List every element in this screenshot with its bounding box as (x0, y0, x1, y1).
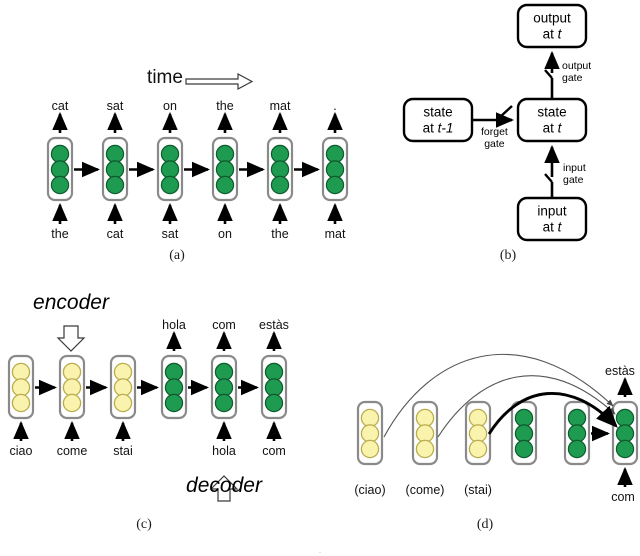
box-state-prev-line2-prefix: at (422, 120, 438, 135)
gate-label-forget: forget gate (481, 126, 508, 151)
box-output-line2-var: t (557, 26, 562, 41)
box-input-line2-var: t (557, 219, 562, 234)
panel-c-output-arrows (166, 330, 282, 351)
figure-vector-layer (7, 3, 639, 502)
gate-output-line1: output (562, 60, 592, 72)
cell (356, 400, 384, 466)
cell (211, 136, 239, 202)
encoder-label: encoder (33, 291, 109, 314)
panel-d-label-2: (stai) (464, 483, 492, 497)
box-state-line1: state (537, 104, 567, 120)
panel-c-input-2: stai (113, 444, 133, 458)
panel-a-output-3: the (216, 99, 234, 113)
decoder-label: decoder (186, 474, 262, 497)
cell (266, 136, 294, 202)
cell (411, 400, 439, 466)
gate-label-input: input gate (563, 162, 586, 187)
panel-d-output-label: estàs (605, 364, 635, 378)
gate-label-output: output gate (562, 60, 592, 85)
box-state-line2-prefix: at (542, 120, 558, 135)
cell (260, 354, 288, 420)
box-label-state-at-t: state at t (537, 104, 566, 135)
box-state-prev-line2-var: t-1 (437, 120, 454, 135)
panel-c-input-arrows (13, 420, 282, 441)
cell (46, 136, 74, 202)
gate-forget-line1: forget (481, 126, 508, 138)
caption-c: (c) (136, 517, 152, 532)
panel-c-input-0: ciao (9, 444, 33, 458)
time-arrow-icon (185, 72, 254, 91)
panel-c-input-1: come (56, 444, 88, 458)
gate-forget-line2: gate (484, 137, 505, 150)
forget-gate-switch-icon (499, 105, 513, 118)
cell (321, 136, 349, 202)
panel-a-input-3: on (218, 227, 232, 241)
panel-c-input-4: hola (212, 444, 236, 458)
output-arrows (52, 111, 343, 133)
panel-c-output-3: hola (162, 318, 186, 332)
box-output-line1: output (533, 10, 571, 26)
panel-a-output-2: on (163, 99, 177, 113)
cell (109, 354, 137, 420)
cell (7, 354, 35, 420)
cell (510, 400, 538, 466)
panel-a-graphics (46, 72, 349, 224)
cell (611, 400, 639, 466)
box-input-line2-prefix: at (542, 219, 558, 234)
panel-d-input-label: com (611, 490, 635, 504)
panel-a-input-1: cat (106, 227, 124, 241)
box-label-output-at-t: output at t (533, 10, 571, 41)
cell (210, 354, 238, 420)
gate-output-line2: gate (562, 71, 583, 84)
box-input-line1: input (537, 203, 567, 219)
panel-d-graphics (356, 353, 639, 487)
panel-a-input-4: the (271, 227, 289, 241)
panel-a-output-5: . (333, 99, 337, 113)
input-arrows (52, 202, 343, 224)
cell (156, 136, 184, 202)
panel-c-output-4: com (212, 318, 236, 332)
gate-input-line1: input (563, 162, 586, 174)
gate-input-line2: gate (563, 173, 584, 186)
encoder-arrow-icon (56, 325, 86, 352)
box-label-input-at-t: input at t (537, 203, 566, 234)
cut-off-caption-text: . (318, 544, 322, 556)
panel-a-output-1: sat (106, 99, 124, 113)
caption-a: (a) (169, 248, 185, 263)
rnn-architectures-figure: time cat sat on the mat . the cat sat on… (0, 0, 640, 556)
cell (563, 400, 591, 466)
box-output-line2-prefix: at (542, 26, 558, 41)
panel-a-output-0: cat (51, 99, 69, 113)
box-label-state-at-t-minus-1: state at t-1 (423, 104, 454, 135)
panel-d-label-0: (ciao) (354, 483, 386, 497)
box-state-line2-var: t (557, 120, 562, 135)
cell (160, 354, 188, 420)
panel-d-label-1: (come) (405, 483, 445, 497)
panel-a-input-5: mat (324, 227, 346, 241)
panel-c-input-5: com (262, 444, 286, 458)
panel-a-input-2: sat (161, 227, 179, 241)
cell (464, 400, 492, 466)
time-label: time (147, 67, 183, 88)
panel-a-input-0: the (51, 227, 69, 241)
box-state-prev-line1: state (423, 104, 453, 120)
cell (58, 354, 86, 420)
caption-d: (d) (476, 517, 494, 532)
cell (101, 136, 129, 202)
panel-a-output-4: mat (269, 99, 291, 113)
caption-b: (b) (499, 248, 517, 263)
panel-c-output-5: estàs (259, 318, 289, 332)
